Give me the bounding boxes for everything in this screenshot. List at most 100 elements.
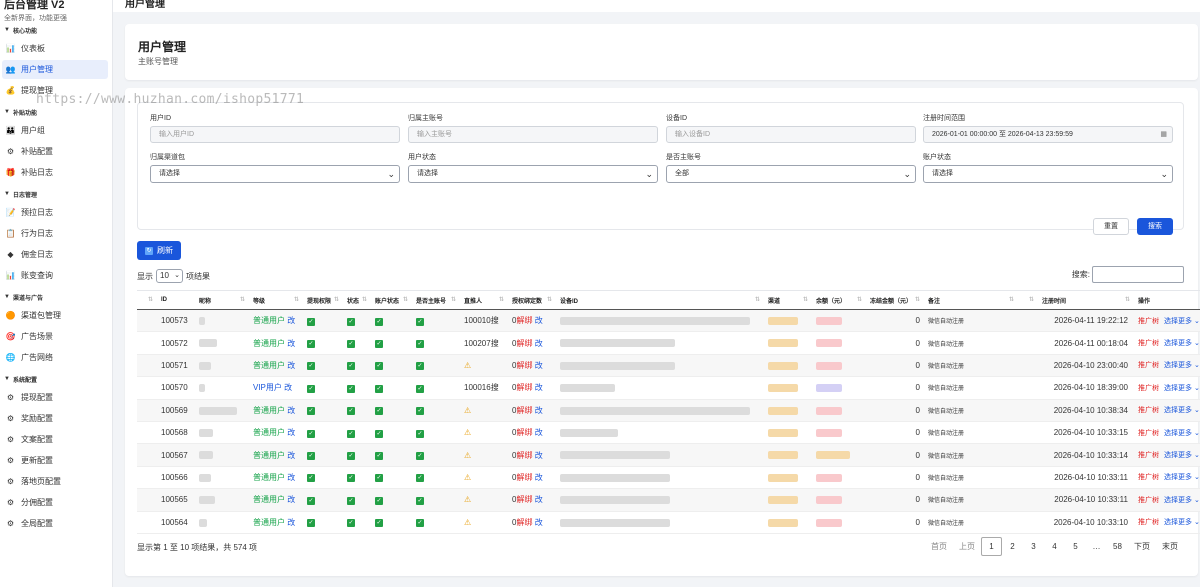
- chevron-down-icon[interactable]: ⌄: [1192, 452, 1200, 459]
- column-header[interactable]: 冻结金额（元） ⇅: [866, 290, 924, 310]
- column-header[interactable]: 设备ID ⇅: [556, 290, 764, 310]
- sidebar-item[interactable]: 📊 仪表板: [2, 39, 108, 58]
- page-button[interactable]: 上页: [953, 537, 981, 556]
- checkbox-checked-icon[interactable]: ✓: [307, 429, 315, 438]
- sidebar-item[interactable]: 📝 预拉日志: [2, 203, 108, 222]
- promote-tree-link[interactable]: 推广树: [1138, 474, 1159, 481]
- unbind-link[interactable]: 解绑: [516, 518, 532, 527]
- edit-bind-link[interactable]: 改: [535, 428, 543, 437]
- chevron-down-icon[interactable]: ⌄: [1192, 407, 1200, 414]
- page-button[interactable]: 3: [1023, 537, 1044, 556]
- column-header[interactable]: 备注 ⇅: [924, 290, 1018, 310]
- edit-bind-link[interactable]: 改: [535, 518, 543, 527]
- chevron-down-icon[interactable]: ⌄: [1192, 474, 1200, 481]
- edit-level-link[interactable]: 改: [287, 361, 295, 370]
- sidebar-item[interactable]: 📋 行为日志: [2, 224, 108, 243]
- column-header[interactable]: 是否主账号 ⇅: [412, 290, 460, 310]
- checkbox-checked-icon[interactable]: ✓: [347, 317, 355, 326]
- checkbox-checked-icon[interactable]: ✓: [375, 452, 383, 461]
- more-actions-dropdown[interactable]: 选择更多: [1164, 519, 1192, 526]
- checkbox-checked-icon[interactable]: ✓: [375, 362, 383, 371]
- checkbox-checked-icon[interactable]: ✓: [307, 384, 315, 393]
- checkbox-checked-icon[interactable]: ✓: [347, 496, 355, 505]
- edit-level-link[interactable]: 改: [287, 428, 295, 437]
- edit-level-link[interactable]: 改: [287, 518, 295, 527]
- checkbox-checked-icon[interactable]: ✓: [375, 384, 383, 393]
- column-header[interactable]: 状态 ⇅: [343, 290, 371, 310]
- chevron-down-icon[interactable]: ⌄: [1192, 362, 1200, 369]
- checkbox-checked-icon[interactable]: ✓: [416, 452, 424, 461]
- unbind-link[interactable]: 解绑: [516, 339, 532, 348]
- column-header[interactable]: 等级 ⇅: [249, 290, 303, 310]
- promote-tree-link[interactable]: 推广树: [1138, 362, 1159, 369]
- chevron-down-icon[interactable]: ⌄: [1192, 430, 1200, 437]
- unbind-link[interactable]: 解绑: [516, 495, 532, 504]
- checkbox-checked-icon[interactable]: ✓: [375, 429, 383, 438]
- promote-tree-link[interactable]: 推广树: [1138, 385, 1159, 392]
- checkbox-checked-icon[interactable]: ✓: [416, 519, 424, 528]
- checkbox-checked-icon[interactable]: ✓: [375, 474, 383, 483]
- unbind-link[interactable]: 解绑: [516, 451, 532, 460]
- sidebar-item[interactable]: 🎯 广告场景: [2, 327, 108, 346]
- checkbox-checked-icon[interactable]: ✓: [307, 452, 315, 461]
- checkbox-checked-icon[interactable]: ✓: [416, 474, 424, 483]
- device-id-input[interactable]: 输入设备ID: [666, 126, 916, 143]
- sidebar-item[interactable]: ⚙ 补贴配置: [2, 142, 108, 161]
- more-actions-dropdown[interactable]: 选择更多: [1164, 407, 1192, 414]
- checkbox-checked-icon[interactable]: ✓: [347, 519, 355, 528]
- unbind-link[interactable]: 解绑: [516, 428, 532, 437]
- triangle-down-icon[interactable]: ▼: [4, 376, 10, 382]
- more-actions-dropdown[interactable]: 选择更多: [1164, 497, 1192, 504]
- column-header[interactable]: 直推人 ⇅: [460, 290, 508, 310]
- edit-bind-link[interactable]: 改: [535, 339, 543, 348]
- chevron-down-icon[interactable]: ⌄: [1192, 385, 1200, 392]
- user-id-input[interactable]: 输入用户ID: [150, 126, 400, 143]
- edit-level-link[interactable]: 改: [287, 406, 295, 415]
- search-button[interactable]: 搜索: [1137, 218, 1173, 235]
- more-actions-dropdown[interactable]: 选择更多: [1164, 362, 1192, 369]
- promote-tree-link[interactable]: 推广树: [1138, 497, 1159, 504]
- checkbox-checked-icon[interactable]: ✓: [375, 519, 383, 528]
- table-search-input[interactable]: [1092, 266, 1184, 283]
- edit-bind-link[interactable]: 改: [535, 316, 543, 325]
- edit-level-link[interactable]: 改: [287, 473, 295, 482]
- unbind-link[interactable]: 解绑: [516, 361, 532, 370]
- checkbox-checked-icon[interactable]: ✓: [347, 474, 355, 483]
- user-status-select[interactable]: 请选择 ⌄: [408, 165, 658, 183]
- checkbox-checked-icon[interactable]: ✓: [307, 340, 315, 349]
- promote-tree-link[interactable]: 推广树: [1138, 452, 1159, 459]
- edit-bind-link[interactable]: 改: [535, 361, 543, 370]
- checkbox-checked-icon[interactable]: ✓: [347, 362, 355, 371]
- more-actions-dropdown[interactable]: 选择更多: [1164, 385, 1192, 392]
- chevron-down-icon[interactable]: ⌄: [1192, 340, 1200, 347]
- checkbox-checked-icon[interactable]: ✓: [307, 474, 315, 483]
- more-actions-dropdown[interactable]: 选择更多: [1164, 340, 1192, 347]
- checkbox-checked-icon[interactable]: ✓: [347, 429, 355, 438]
- channel-select[interactable]: 请选择 ⌄: [150, 165, 400, 183]
- page-button[interactable]: 58: [1107, 537, 1128, 556]
- triangle-down-icon[interactable]: ▼: [4, 294, 10, 300]
- sidebar-item[interactable]: ⚙ 落地页配置: [2, 472, 108, 491]
- page-button[interactable]: 下页: [1128, 537, 1156, 556]
- calendar-icon[interactable]: ▦: [1160, 127, 1167, 142]
- chevron-down-icon[interactable]: ⌄: [1192, 497, 1200, 504]
- checkbox-checked-icon[interactable]: ✓: [307, 317, 315, 326]
- inviter-id[interactable]: 100207搜: [464, 339, 499, 348]
- edit-level-link[interactable]: 改: [284, 383, 292, 392]
- triangle-down-icon[interactable]: ▼: [4, 191, 10, 197]
- inviter-id[interactable]: 100016搜: [464, 383, 499, 392]
- sidebar-item[interactable]: 📊 账变查询: [2, 266, 108, 285]
- checkbox-checked-icon[interactable]: ✓: [347, 452, 355, 461]
- promote-tree-link[interactable]: 推广树: [1138, 519, 1159, 526]
- promote-tree-link[interactable]: 推广树: [1138, 430, 1159, 437]
- edit-level-link[interactable]: 改: [287, 495, 295, 504]
- column-header[interactable]: 提现权限 ⇅: [303, 290, 343, 310]
- edit-bind-link[interactable]: 改: [535, 451, 543, 460]
- column-header[interactable]: 账户状态 ⇅: [371, 290, 412, 310]
- page-button[interactable]: 5: [1065, 537, 1086, 556]
- reg-range-input[interactable]: 2026-01-01 00:00:00 至 2026-04-13 23:59:5…: [923, 126, 1173, 143]
- column-header[interactable]: 昵称 ⇅: [195, 290, 249, 310]
- column-header[interactable]: 注册时间 ⇅: [1038, 290, 1134, 310]
- refresh-button[interactable]: ↻ 刷新: [137, 241, 181, 260]
- unbind-link[interactable]: 解绑: [516, 316, 532, 325]
